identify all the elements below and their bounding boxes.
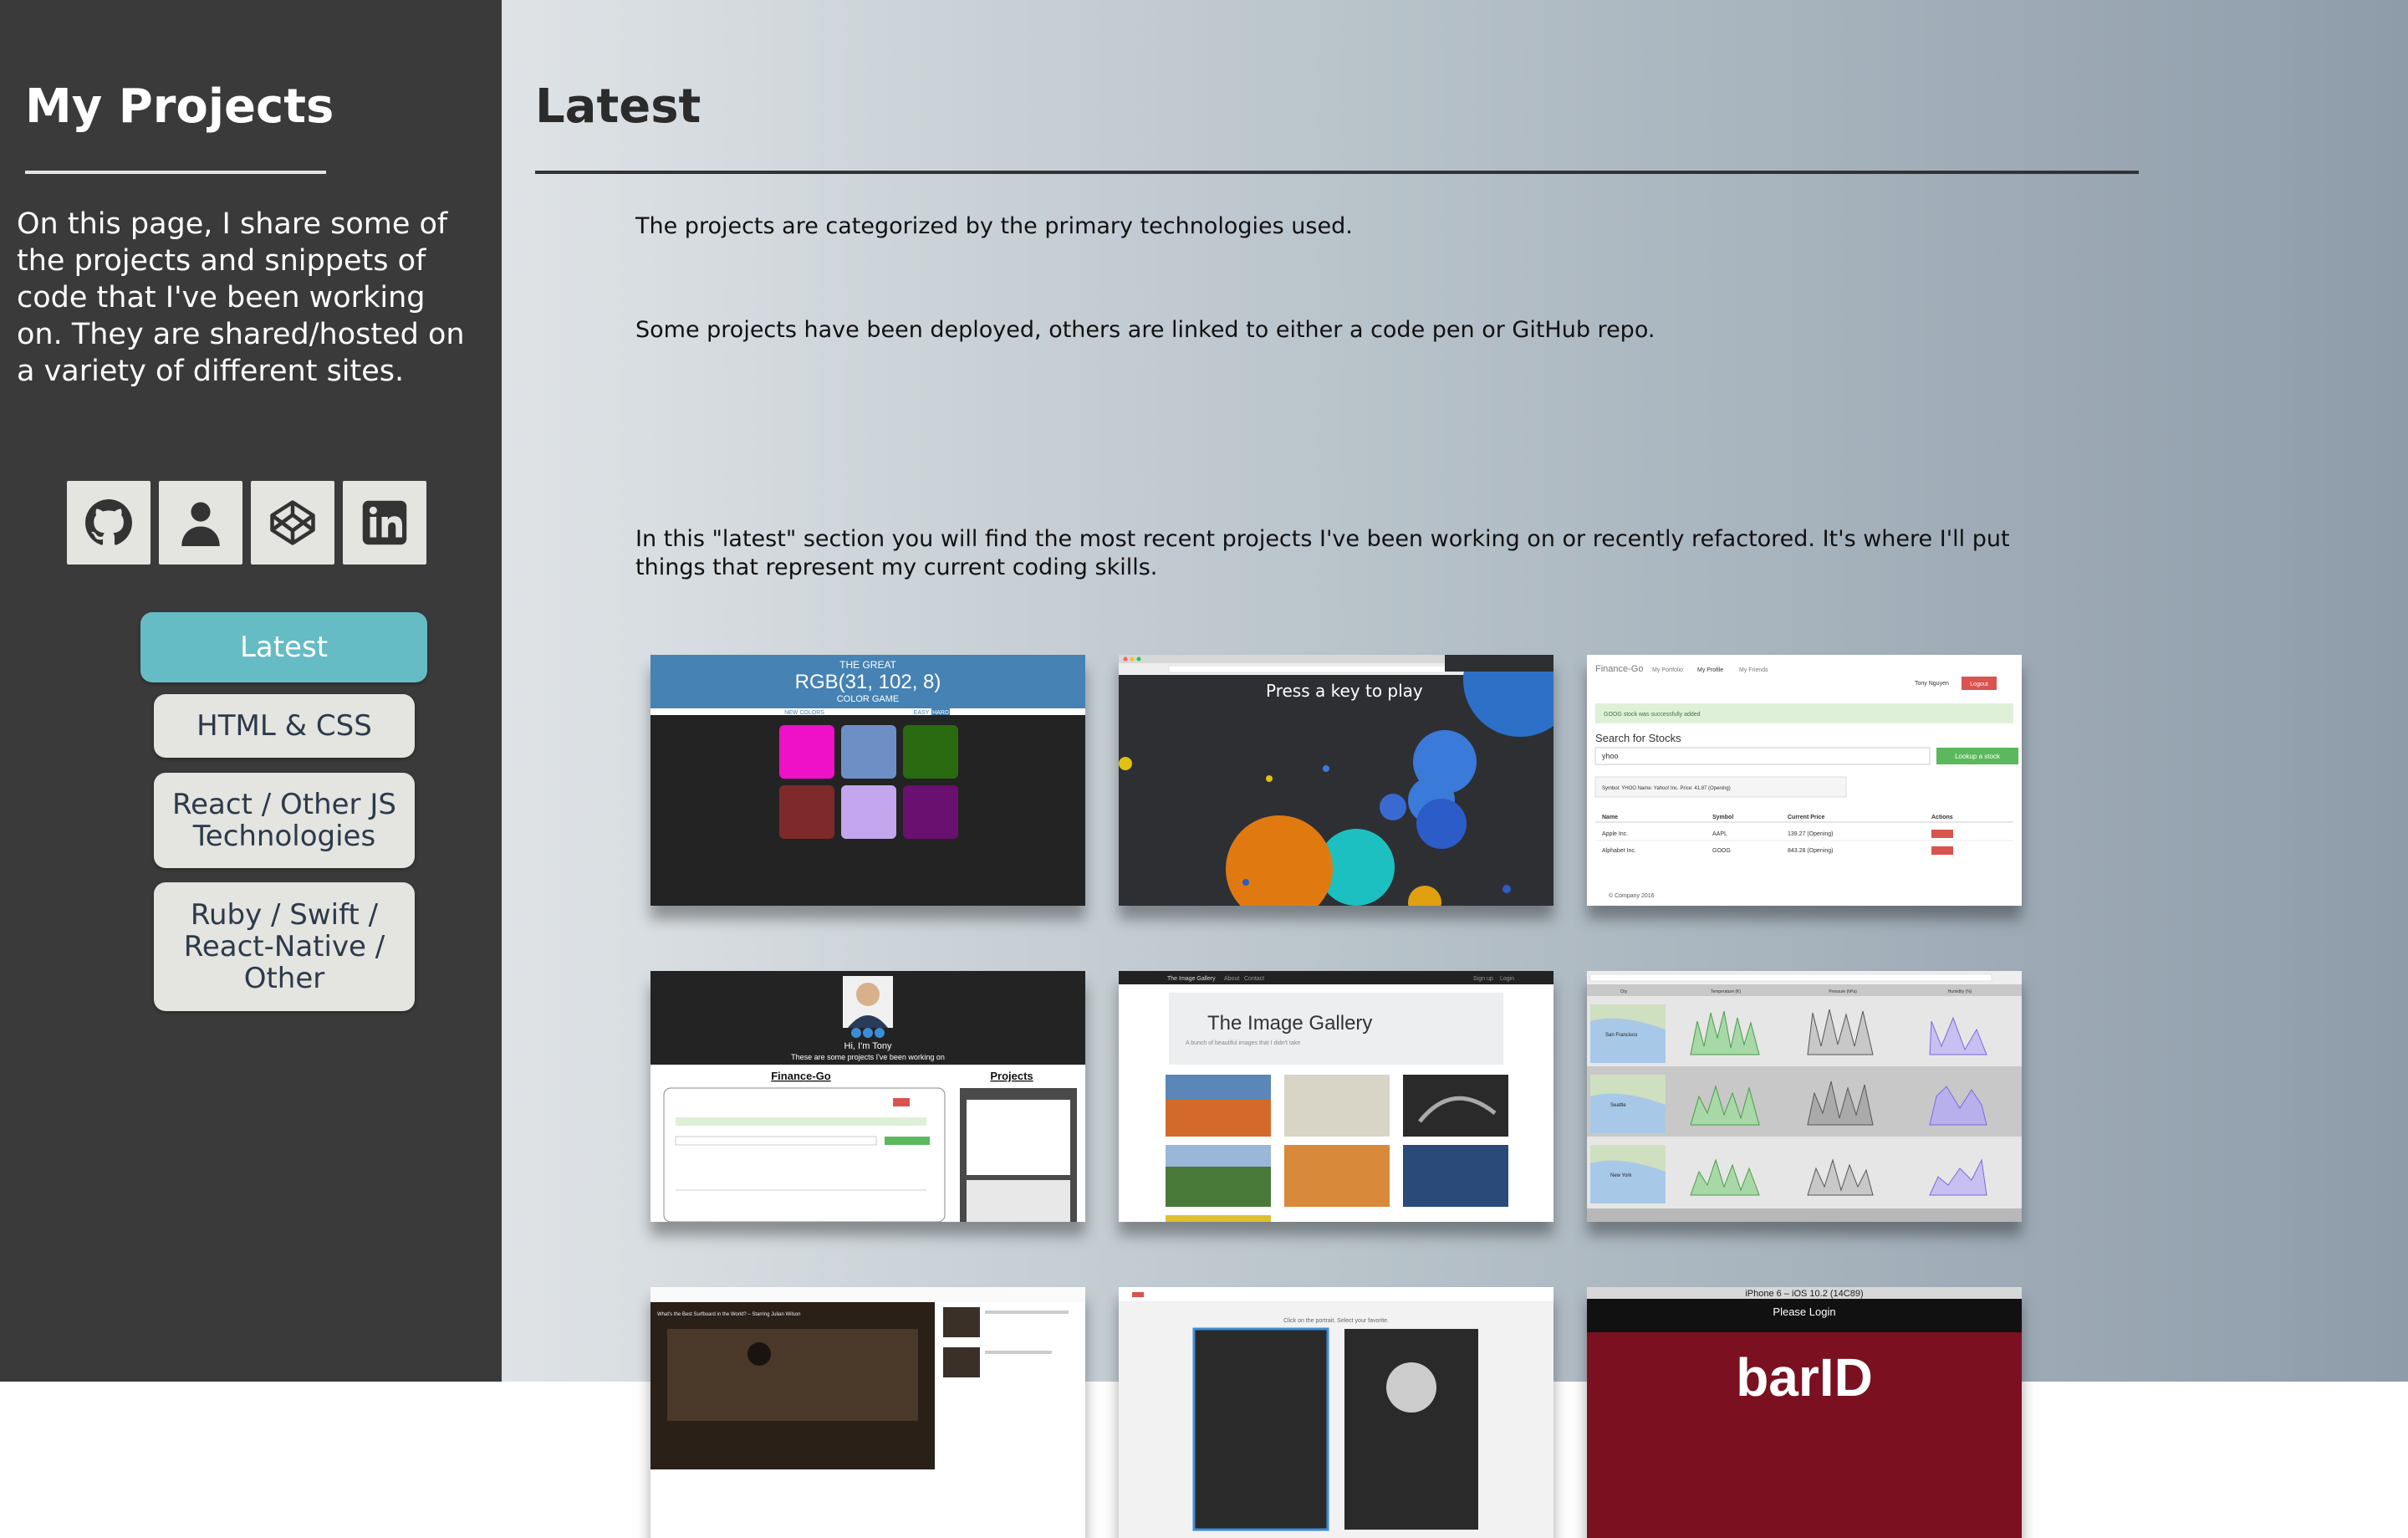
intro-paragraph-1: The projects are categorized by the prim… xyxy=(635,213,1353,239)
finance-row1-price: 139.27 (Opening) xyxy=(1788,831,1833,837)
project-thumb-video[interactable]: What's the Best Surfboard in the World? … xyxy=(650,1287,1085,1538)
nav-html-css[interactable]: HTML & CSS xyxy=(154,694,415,758)
iphone-brand: barID xyxy=(1736,1347,1873,1408)
gallery-nav-brand: The Image Gallery xyxy=(1167,976,1216,982)
finance-search-value: yhoo xyxy=(1602,752,1619,760)
gallery-nav-login: Login xyxy=(1500,976,1514,982)
linkedin-link[interactable] xyxy=(343,481,426,565)
intro-paragraph-2: Some projects have been deployed, others… xyxy=(635,317,1656,343)
portfolio-greeting: Hi, I'm Tony xyxy=(844,1041,892,1051)
project-thumb-color-game[interactable]: THE GREAT RGB(31, 102, 8) COLOR GAME NEW… xyxy=(650,655,1085,906)
weather-col-temp: Temperature (K) xyxy=(1711,989,1741,994)
weather-city-3: New York xyxy=(1610,1173,1632,1178)
portfolio-right-title: Projects xyxy=(990,1070,1033,1082)
weather-city-2: Seattle xyxy=(1610,1103,1626,1108)
finance-result: Symbol: YHOO Name: Yahoo! Inc. Price: 41… xyxy=(1602,786,1731,791)
color-swatch[interactable] xyxy=(841,725,896,779)
portrait-caption: Click on the portrait. Select your favor… xyxy=(1283,1318,1389,1324)
project-thumb-image-gallery[interactable]: The Image Gallery About Contact Sign up … xyxy=(1119,971,1553,1222)
intro-paragraph-3: In this "latest" section you will find t… xyxy=(635,526,2010,580)
color-swatch[interactable] xyxy=(779,725,834,779)
github-icon xyxy=(85,499,132,545)
sidebar-title-underline xyxy=(25,171,326,174)
linkedin-icon xyxy=(362,500,407,545)
color-game-hard: HARD xyxy=(932,710,949,716)
finance-row1-symbol: AAPL xyxy=(1712,831,1727,837)
finance-nav-profile: My Profile xyxy=(1697,667,1723,673)
nav-latest[interactable]: Latest xyxy=(140,612,427,682)
iphone-title: iPhone 6 – iOS 10.2 (14C89) xyxy=(1745,1289,1863,1299)
project-thumb-press-key[interactable]: Press a key to play xyxy=(1119,655,1553,906)
finance-row1-name: Apple Inc. xyxy=(1602,831,1628,837)
codepen-link[interactable] xyxy=(251,481,334,565)
color-swatches xyxy=(779,725,958,839)
color-game-rgb: RGB(31, 102, 8) xyxy=(795,671,941,693)
finance-row2-name: Alphabet Inc. xyxy=(1602,848,1636,854)
color-game-easy: EASY xyxy=(914,710,930,716)
gallery-title: The Image Gallery xyxy=(1207,1012,1372,1035)
video-title: What's the Best Surfboard in the World? … xyxy=(657,1312,800,1317)
color-swatch[interactable] xyxy=(841,785,896,839)
weather-city-1: San Francisco xyxy=(1605,1033,1638,1038)
color-game-line1: THE GREAT xyxy=(839,659,896,671)
color-swatch[interactable] xyxy=(903,785,958,839)
project-thumb-portfolio[interactable]: Hi, I'm Tony These are some projects I'v… xyxy=(650,971,1085,1222)
finance-col-symbol: Symbol xyxy=(1712,815,1733,820)
press-key-text: Press a key to play xyxy=(1266,681,1423,701)
project-thumb-iphone-app[interactable]: iPhone 6 – iOS 10.2 (14C89) Please Login… xyxy=(1587,1287,2022,1538)
finance-logout: Logout xyxy=(1970,682,1987,687)
gallery-nav-contact: Contact xyxy=(1244,976,1264,982)
portfolio-left-title: Finance-Go xyxy=(771,1070,831,1082)
finance-row2-symbol: GOOG xyxy=(1712,848,1731,854)
color-game-new-colors: NEW COLORS xyxy=(784,710,824,716)
sidebar-title: My Projects xyxy=(25,79,334,134)
gallery-subtitle: A bunch of beautiful images that I didn'… xyxy=(1186,1040,1300,1046)
finance-col-price: Current Price xyxy=(1788,815,1824,820)
finance-row2-price: 843.28 (Opening) xyxy=(1788,848,1833,854)
finance-user: Tony Nguyen xyxy=(1915,681,1949,687)
color-game-line3: COLOR GAME xyxy=(837,694,900,704)
weather-col-pressure: Pressure (hPa) xyxy=(1829,989,1857,994)
project-thumb-weather[interactable]: City Temperature (K) Pressure (hPa) Humi… xyxy=(1587,971,2022,1222)
finance-alert: GOOG stock was successfully added xyxy=(1604,712,1701,718)
page-heading: Latest xyxy=(535,79,701,134)
sidebar: My Projects On this page, I share some o… xyxy=(0,0,502,1382)
finance-footer: © Company 2016 xyxy=(1609,892,1655,899)
gallery-nav-signup: Sign up xyxy=(1473,976,1493,982)
finance-lookup-button: Lookup a stock xyxy=(1955,753,2001,760)
color-swatch[interactable] xyxy=(779,785,834,839)
finance-nav-friends: My Friends xyxy=(1739,667,1768,673)
social-links xyxy=(67,481,426,565)
sidebar-intro-text: On this page, I share some of the projec… xyxy=(17,207,465,388)
project-thumb-portrait[interactable]: Click on the portrait. Select your favor… xyxy=(1119,1287,1553,1538)
portfolio-tagline: These are some projects I've been workin… xyxy=(791,1053,945,1061)
finance-brand: Finance-Go xyxy=(1595,664,1643,674)
color-swatch[interactable] xyxy=(903,725,958,779)
main-content: Latest The projects are categorized by t… xyxy=(502,0,2408,1538)
iphone-login: Please Login xyxy=(1773,1306,1835,1318)
project-thumb-finance-go[interactable]: Finance-Go My Portfolio My Profile My Fr… xyxy=(1587,655,2022,906)
finance-col-actions: Actions xyxy=(1931,815,1953,820)
codepen-icon xyxy=(270,500,315,545)
gallery-nav-about: About xyxy=(1224,976,1239,982)
nav-react-js[interactable]: React / Other JS Technologies xyxy=(154,773,415,868)
nav-ruby-swift-other[interactable]: Ruby / Swift / React-Native / Other xyxy=(154,882,415,1011)
about-link[interactable] xyxy=(159,481,242,565)
user-icon xyxy=(181,502,220,546)
weather-col-humidity: Humidity (%) xyxy=(1948,989,1972,994)
finance-search-label: Search for Stocks xyxy=(1595,732,1681,744)
finance-col-name: Name xyxy=(1602,815,1618,820)
weather-col-city: City xyxy=(1620,989,1628,994)
finance-nav-portfolio: My Portfolio xyxy=(1652,667,1683,673)
github-link[interactable] xyxy=(67,481,150,565)
heading-rule xyxy=(535,171,2139,174)
